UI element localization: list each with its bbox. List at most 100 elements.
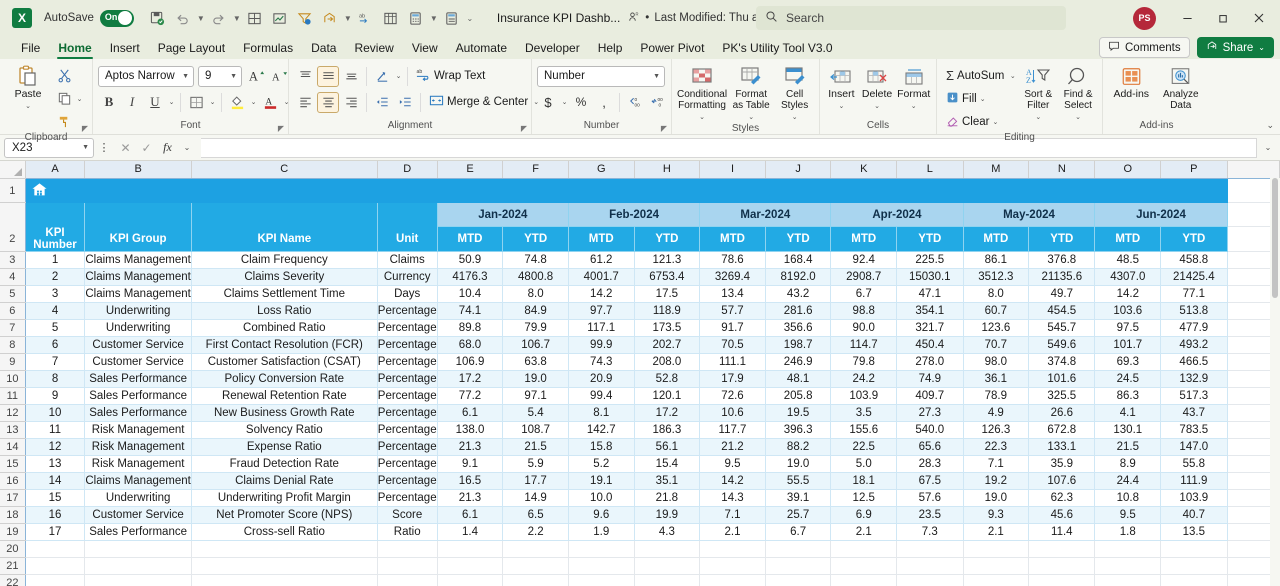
cell-value-7[interactable]: 321.7 (896, 319, 964, 337)
empty-cell[interactable] (699, 574, 766, 586)
cell-unit[interactable]: Score (377, 506, 438, 524)
align-middle-icon[interactable] (317, 65, 339, 87)
cell-value-7[interactable]: 15030.1 (896, 268, 964, 286)
bold-icon[interactable]: B (98, 92, 120, 113)
cell-unit[interactable]: Days (377, 285, 438, 303)
row-header-4[interactable]: 4 (0, 268, 26, 286)
cell-value-4[interactable]: 14.3 (699, 489, 766, 507)
cell-value-11[interactable]: 55.8 (1160, 455, 1228, 473)
empty-cell[interactable] (377, 540, 438, 558)
cell-kpi-number[interactable]: 9 (25, 387, 86, 405)
analyze-data-button[interactable]: Analyze Data (1158, 62, 1204, 111)
cell-value-7[interactable]: 409.7 (896, 387, 964, 405)
format-as-table-dropdown-icon[interactable]: ⌄ (748, 112, 754, 123)
tab-page-layout[interactable]: Page Layout (149, 38, 234, 59)
cell-value-0[interactable]: 1.4 (437, 523, 504, 541)
cell-value-3[interactable]: 35.1 (634, 472, 701, 490)
cell-value-9[interactable]: 376.8 (1028, 251, 1096, 269)
confirm-formula-icon[interactable]: ✓ (137, 138, 156, 158)
cell-value-5[interactable]: 55.5 (765, 472, 832, 490)
fill-dropdown-icon[interactable]: ⌄ (980, 95, 986, 103)
align-center-icon[interactable] (317, 91, 339, 113)
empty-cell[interactable] (830, 557, 898, 575)
cell-kpi-number[interactable]: 11 (25, 421, 86, 439)
cell-value-0[interactable]: 10.4 (437, 285, 504, 303)
wrap-text-button[interactable]: ab Wrap Text (412, 66, 489, 87)
cell-kpi-name[interactable]: Claim Frequency (191, 251, 378, 269)
table-row[interactable]: 4 2 Claims Management Claims Severity Curren… (0, 268, 1280, 286)
cell-unit[interactable]: Percentage (377, 472, 438, 490)
align-top-icon[interactable] (294, 66, 316, 87)
cell-value-1[interactable]: 84.9 (502, 302, 569, 320)
empty-cell[interactable] (502, 574, 569, 586)
cell-value-5[interactable]: 246.9 (765, 353, 832, 371)
share-button[interactable]: Share ⌄ (1196, 37, 1274, 58)
cell-kpi-group[interactable]: Sales Performance (84, 387, 192, 405)
cell-kpi-name[interactable]: Cross-sell Ratio (191, 523, 378, 541)
cell-value-3[interactable]: 52.8 (634, 370, 701, 388)
cell-value-2[interactable]: 15.8 (568, 438, 635, 456)
cell-value-4[interactable]: 72.6 (699, 387, 766, 405)
autosave-toggle[interactable]: On (99, 9, 134, 27)
empty-cell[interactable] (963, 540, 1030, 558)
cell-value-5[interactable]: 19.5 (765, 404, 832, 422)
table-row[interactable]: 19 17 Sales Performance Cross-sell Ratio Rat… (0, 523, 1280, 541)
tab-view[interactable]: View (403, 38, 447, 59)
cell-kpi-name[interactable]: Fraud Detection Rate (191, 455, 378, 473)
cell-value-9[interactable]: 11.4 (1028, 523, 1096, 541)
cell-kpi-name[interactable]: Combined Ratio (191, 319, 378, 337)
cell-value-6[interactable]: 22.5 (830, 438, 898, 456)
cell-value-7[interactable]: 278.0 (896, 353, 964, 371)
cell-value-4[interactable]: 7.1 (699, 506, 766, 524)
cell-value-5[interactable]: 43.2 (765, 285, 832, 303)
column-header-O[interactable]: O (1094, 161, 1162, 179)
format-as-table-button[interactable]: Format as Table ⌄ (729, 62, 773, 123)
font-family-select[interactable]: Aptos Narrow ▼ (98, 65, 194, 87)
empty-cell[interactable] (437, 557, 504, 575)
cell-value-9[interactable]: 35.9 (1028, 455, 1096, 473)
cell-unit[interactable]: Percentage (377, 489, 438, 507)
cell-value-2[interactable]: 97.7 (568, 302, 635, 320)
customize-quick-access-icon[interactable]: ⌄ (465, 6, 475, 30)
format-painter-icon[interactable] (53, 111, 75, 132)
cell-value-3[interactable]: 186.3 (634, 421, 701, 439)
empty-cell[interactable] (502, 557, 569, 575)
cell-value-1[interactable]: 6.5 (502, 506, 569, 524)
empty-cell[interactable] (1094, 557, 1162, 575)
cell-kpi-number[interactable]: 1 (25, 251, 86, 269)
cell-value-9[interactable]: 62.3 (1028, 489, 1096, 507)
cell-value-9[interactable]: 374.8 (1028, 353, 1096, 371)
document-title[interactable]: Insurance KPI Dashb... (497, 11, 620, 25)
cell-value-2[interactable]: 1.9 (568, 523, 635, 541)
empty-cell[interactable] (377, 557, 438, 575)
cell-value-5[interactable]: 281.6 (765, 302, 832, 320)
cell-value-6[interactable]: 90.0 (830, 319, 898, 337)
row-header-10[interactable]: 10 (0, 370, 26, 388)
cell-value-11[interactable]: 21425.4 (1160, 268, 1228, 286)
cell-value-1[interactable]: 5.9 (502, 455, 569, 473)
cell-value-4[interactable]: 91.7 (699, 319, 766, 337)
clipboard-dialog-launcher-icon[interactable]: ◤ (82, 124, 88, 133)
cell-value-10[interactable]: 9.5 (1094, 506, 1162, 524)
fill-color-dropdown-icon[interactable]: ⌄ (249, 92, 258, 113)
cell-value-1[interactable]: 14.9 (502, 489, 569, 507)
cell-value-4[interactable]: 17.9 (699, 370, 766, 388)
cell-value-7[interactable]: 65.6 (896, 438, 964, 456)
cell-value-3[interactable]: 15.4 (634, 455, 701, 473)
find-select-button[interactable]: Find & Select ⌄ (1059, 62, 1097, 123)
cell-value-4[interactable]: 78.6 (699, 251, 766, 269)
cell-kpi-group[interactable]: Claims Management (84, 285, 192, 303)
autosum-button[interactable]: Σ AutoSum (942, 65, 1008, 86)
cell-kpi-number[interactable]: 7 (25, 353, 86, 371)
cell-value-8[interactable]: 36.1 (963, 370, 1030, 388)
cell-value-6[interactable]: 2.1 (830, 523, 898, 541)
name-box-dropdown-icon[interactable]: ▼ (82, 144, 89, 151)
table-row[interactable]: 10 8 Sales Performance Policy Conversion Ra… (0, 370, 1280, 388)
cell-kpi-group[interactable]: Claims Management (84, 268, 192, 286)
cell-value-4[interactable]: 3269.4 (699, 268, 766, 286)
cell-value-11[interactable]: 147.0 (1160, 438, 1228, 456)
cell-kpi-name[interactable]: Renewal Retention Rate (191, 387, 378, 405)
chart-icon[interactable] (268, 6, 292, 30)
cell-kpi-group[interactable]: Underwriting (84, 302, 192, 320)
grid-row-empty[interactable]: 21 (0, 557, 1280, 575)
